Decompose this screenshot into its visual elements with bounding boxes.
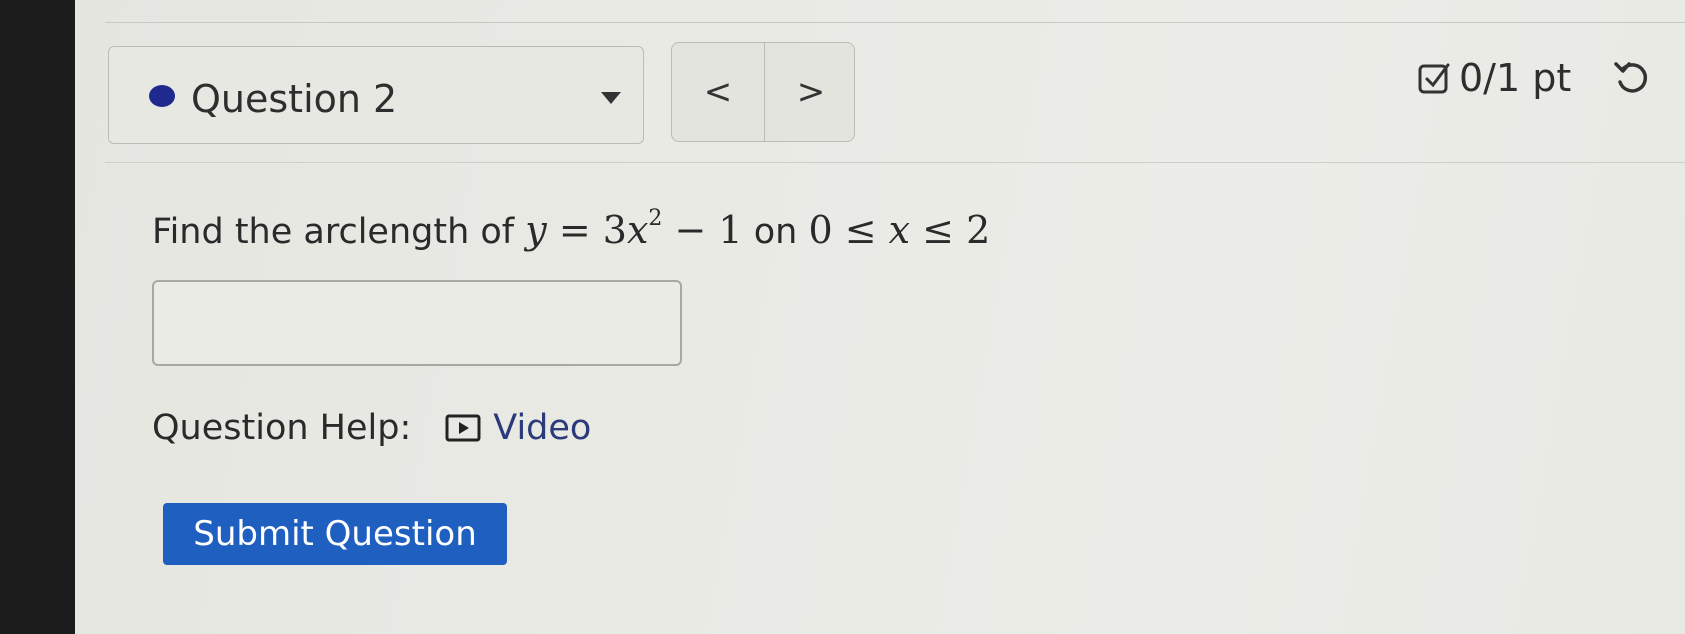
video-label: Video (493, 408, 592, 448)
answer-input[interactable] (152, 280, 682, 366)
next-question-button[interactable]: > (765, 43, 857, 141)
caret-down-icon (601, 92, 621, 104)
score-display: 0/1 pt (1417, 56, 1571, 100)
previous-question-button[interactable]: < (672, 43, 764, 141)
video-link[interactable]: Video (445, 408, 591, 448)
divider (105, 162, 1685, 163)
help-label: Question Help: (152, 408, 412, 448)
video-icon (445, 414, 481, 442)
checkbox-icon (1418, 63, 1450, 94)
question-prompt: Find the arclength of y = 3x2 − 1 on 0 ≤… (152, 206, 991, 252)
question-label: Question 2 (191, 77, 398, 121)
divider (105, 22, 1685, 23)
function-expression: y = 3x2 − 1 (525, 206, 743, 252)
retry-icon[interactable] (1612, 58, 1652, 98)
question-pager: < > (671, 42, 855, 142)
prompt-lead: Find the arclength of (152, 212, 515, 252)
status-dot-icon (149, 85, 175, 107)
question-help: Question Help: Video (152, 408, 591, 448)
interval-expression: 0 ≤ x ≤ 2 (808, 208, 991, 252)
submit-question-button[interactable]: Submit Question (163, 503, 507, 565)
question-selector[interactable]: Question 2 (108, 46, 644, 144)
assignment-page: Question 2 < > 0/1 pt Find the arclength… (75, 0, 1685, 634)
prompt-on: on (753, 212, 798, 252)
score-text: 0/1 pt (1459, 56, 1572, 100)
